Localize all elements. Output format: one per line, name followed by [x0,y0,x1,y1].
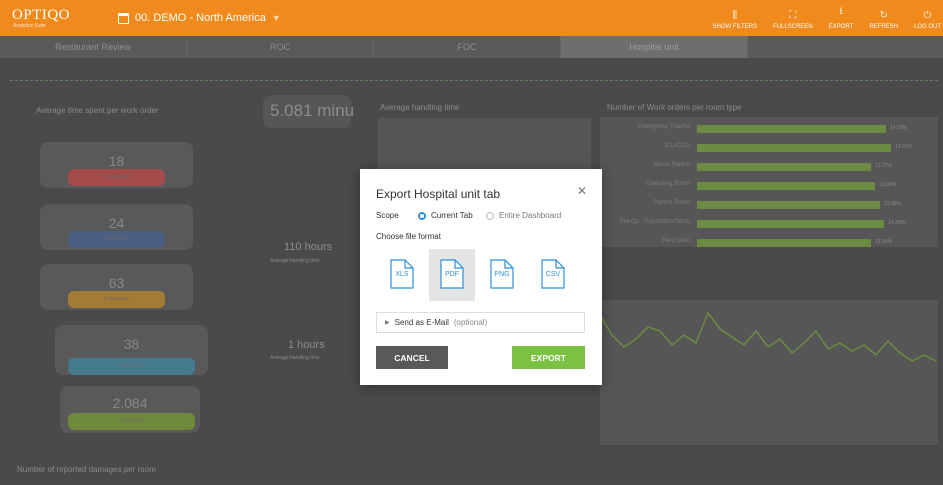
send-email-toggle[interactable]: ▶ Send as E-Mail (optional) [376,312,585,333]
cancel-button[interactable]: CANCEL [376,346,448,369]
scope-current-label: Current Tab [431,211,473,220]
format-xls-option[interactable]: XLS [379,249,425,301]
modal-overlay: Export Hospital unit tab ✕ Scope Current… [0,0,943,485]
choose-format-label: Choose file format [376,232,441,241]
radio-unselected-icon [486,211,494,220]
format-csv-option[interactable]: CSV [530,249,576,301]
close-icon[interactable]: ✕ [577,184,587,198]
format-pdf-label: PDF [445,271,459,278]
format-png-label: PNG [494,271,510,278]
format-xls-label: XLS [395,271,409,278]
radio-selected-icon [418,211,426,220]
export-button[interactable]: EXPORT [512,346,585,369]
export-dialog: Export Hospital unit tab ✕ Scope Current… [360,169,602,385]
scope-entire-label: Entire Dashboard [499,211,562,220]
dialog-title: Export Hospital unit tab [376,187,501,201]
chevron-right-icon: ▶ [385,320,390,326]
format-png-option[interactable]: PNG [479,249,525,301]
format-pdf-option[interactable]: PDF [429,249,475,301]
email-optional-label: (optional) [453,318,488,327]
scope-entire-dashboard-radio[interactable]: Entire Dashboard [486,211,561,220]
email-label: Send as E-Mail [394,318,449,327]
format-csv-label: CSV [545,271,561,278]
scope-current-tab-radio[interactable]: Current Tab [418,211,473,220]
scope-label: Scope [376,211,399,220]
